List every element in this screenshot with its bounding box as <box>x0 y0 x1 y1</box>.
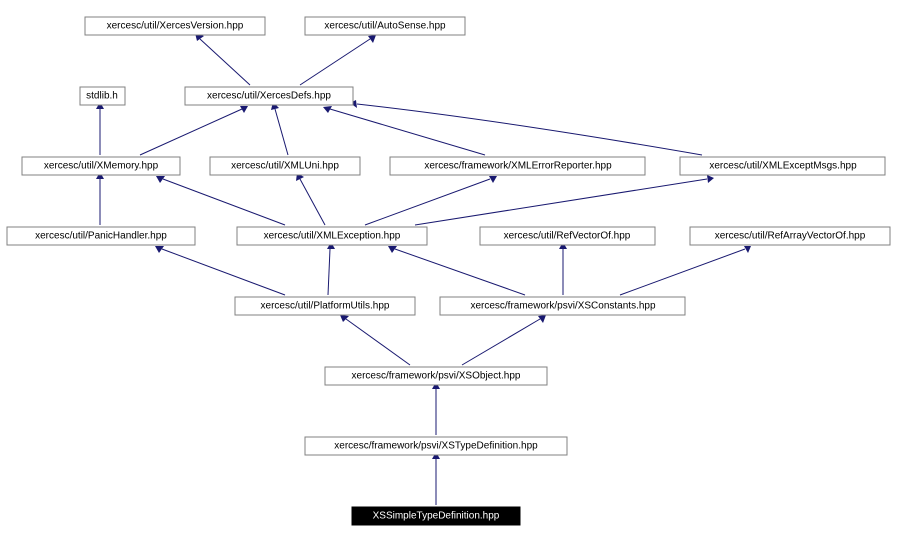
node-platform[interactable]: xercesc/util/PlatformUtils.hpp <box>235 297 415 315</box>
svg-text:xercesc/util/RefVectorOf.hpp: xercesc/util/RefVectorOf.hpp <box>504 231 631 242</box>
node-xsobject[interactable]: xercesc/framework/psvi/XSObject.hpp <box>325 367 547 385</box>
node-autosense[interactable]: xercesc/util/AutoSense.hpp <box>305 17 465 35</box>
node-typedef[interactable]: xercesc/framework/psvi/XSTypeDefinition.… <box>305 437 567 455</box>
node-errrep[interactable]: xercesc/framework/XMLErrorReporter.hpp <box>390 157 645 175</box>
dependency-graph: xercesc/util/XercesVersion.hpp xercesc/u… <box>0 0 897 540</box>
svg-text:xercesc/util/AutoSense.hpp: xercesc/util/AutoSense.hpp <box>324 21 446 32</box>
node-root[interactable]: XSSimpleTypeDefinition.hpp <box>352 507 520 525</box>
svg-text:XSSimpleTypeDefinition.hpp: XSSimpleTypeDefinition.hpp <box>373 511 500 522</box>
node-xmluni[interactable]: xercesc/util/XMLUni.hpp <box>210 157 360 175</box>
svg-text:xercesc/util/XercesDefs.hpp: xercesc/util/XercesDefs.hpp <box>207 91 331 102</box>
node-stdlib[interactable]: stdlib.h <box>80 87 125 105</box>
node-xmlexc[interactable]: xercesc/util/XMLException.hpp <box>237 227 427 245</box>
svg-text:xercesc/util/RefArrayVectorOf.: xercesc/util/RefArrayVectorOf.hpp <box>715 231 866 242</box>
node-xmem[interactable]: xercesc/util/XMemory.hpp <box>22 157 180 175</box>
svg-text:xercesc/util/XMLUni.hpp: xercesc/util/XMLUni.hpp <box>231 161 339 172</box>
svg-text:xercesc/framework/XMLErrorRepo: xercesc/framework/XMLErrorReporter.hpp <box>424 161 612 172</box>
node-refarr[interactable]: xercesc/util/RefArrayVectorOf.hpp <box>690 227 890 245</box>
svg-text:xercesc/util/XMLExceptMsgs.hpp: xercesc/util/XMLExceptMsgs.hpp <box>709 161 857 172</box>
node-xsconst[interactable]: xercesc/framework/psvi/XSConstants.hpp <box>440 297 685 315</box>
svg-text:stdlib.h: stdlib.h <box>86 91 118 102</box>
node-refvec[interactable]: xercesc/util/RefVectorOf.hpp <box>480 227 655 245</box>
svg-text:xercesc/framework/psvi/XSConst: xercesc/framework/psvi/XSConstants.hpp <box>470 301 656 312</box>
node-excmsg[interactable]: xercesc/util/XMLExceptMsgs.hpp <box>680 157 885 175</box>
node-version[interactable]: xercesc/util/XercesVersion.hpp <box>85 17 265 35</box>
node-xercdefs[interactable]: xercesc/util/XercesDefs.hpp <box>185 87 353 105</box>
svg-text:xercesc/util/PlatformUtils.hpp: xercesc/util/PlatformUtils.hpp <box>261 301 390 312</box>
svg-text:xercesc/util/XMemory.hpp: xercesc/util/XMemory.hpp <box>44 161 159 172</box>
svg-text:xercesc/framework/psvi/XSObjec: xercesc/framework/psvi/XSObject.hpp <box>352 371 521 382</box>
svg-text:xercesc/util/XercesVersion.hpp: xercesc/util/XercesVersion.hpp <box>107 21 244 32</box>
svg-text:xercesc/util/XMLException.hpp: xercesc/util/XMLException.hpp <box>264 231 401 242</box>
node-panic[interactable]: xercesc/util/PanicHandler.hpp <box>7 227 195 245</box>
svg-text:xercesc/util/PanicHandler.hpp: xercesc/util/PanicHandler.hpp <box>35 231 167 242</box>
svg-text:xercesc/framework/psvi/XSTypeD: xercesc/framework/psvi/XSTypeDefinition.… <box>334 441 538 452</box>
